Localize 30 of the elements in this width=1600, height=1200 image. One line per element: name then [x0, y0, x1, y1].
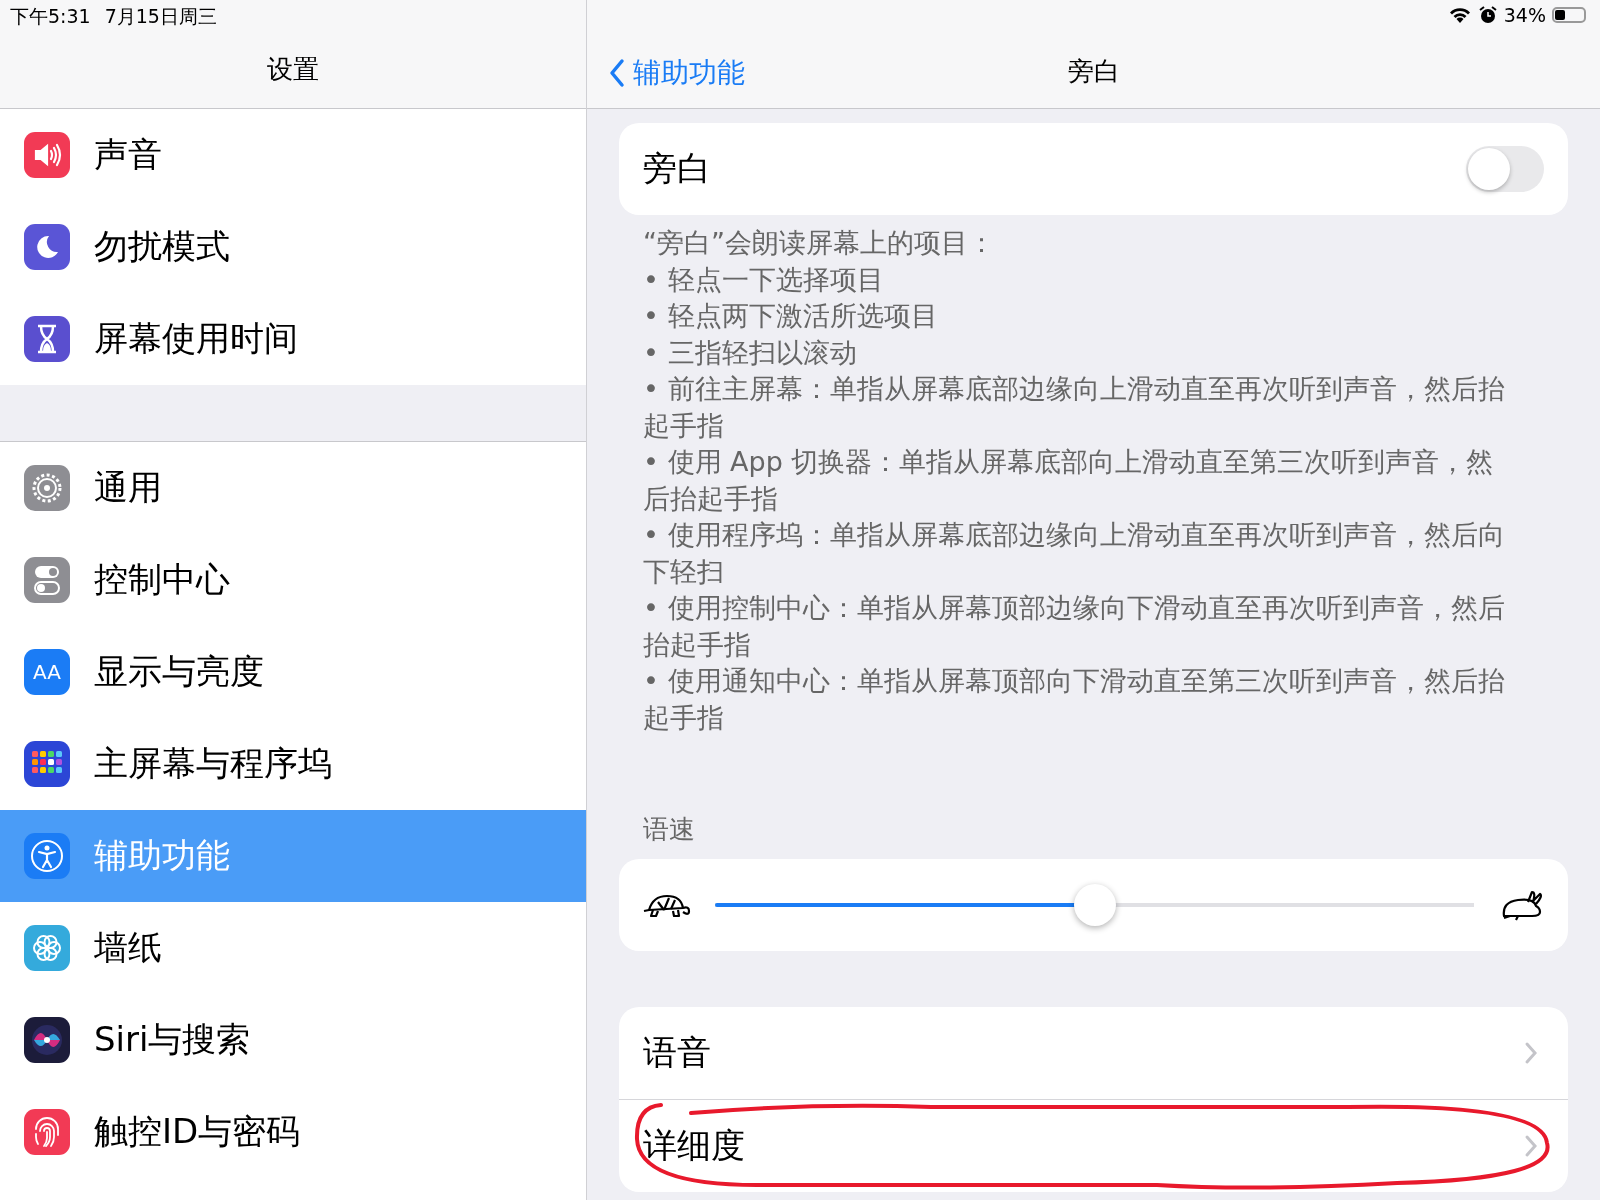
- section-header: 语速: [643, 813, 696, 846]
- description-text: • 使用控制中心：单指从屏幕顶部边缘向下滑动直至再次听到声音，然后抬起手指: [643, 591, 1506, 662]
- description-text: “旁白”会朗读屏幕上的项目：: [643, 226, 996, 260]
- page-title: 旁白: [1067, 55, 1120, 88]
- battery-percent: 34%: [1503, 4, 1546, 26]
- voiceover-label: 旁白: [643, 147, 711, 190]
- text-size-icon: AA: [33, 660, 61, 684]
- chevron-icon: [1524, 1134, 1538, 1158]
- description-text: • 轻点一下选择项目: [643, 262, 885, 297]
- hourglass-icon: [35, 324, 59, 354]
- alarm-icon: [1477, 5, 1498, 25]
- settings-row[interactable]: 语音: [619, 1007, 1568, 1100]
- settings-row[interactable]: 详细度: [619, 1100, 1568, 1192]
- accessibility-icon: [30, 839, 64, 873]
- back-button[interactable]: 辅助功能: [609, 54, 745, 92]
- description-text: • 三指轻扫以滚动: [643, 335, 858, 370]
- description-text: • 前往主屏幕：单指从屏幕底部边缘向上滑动直至再次听到声音，然后抬起手指: [643, 372, 1506, 443]
- description-text: • 使用 App 切换器：单指从屏幕底部向上滑动直至第三次听到声音，然后抬起手指: [643, 445, 1495, 516]
- description-text: • 使用程序坞：单指从屏幕底部边缘向上滑动直至再次听到声音，然后向下轻扫: [643, 518, 1506, 589]
- back-chevron-icon: [609, 58, 625, 88]
- sidebar-title: 设置: [266, 53, 320, 86]
- description-text: • 使用通知中心：单指从屏幕顶部向下滑动直至第三次听到声音，然后抬起手指: [643, 664, 1506, 735]
- wifi-icon: [1447, 6, 1472, 24]
- toggles-icon: [33, 564, 61, 596]
- status-date: 7月15日周三: [104, 4, 217, 29]
- status-time: 下午5:31: [10, 4, 91, 29]
- battery-icon: [1552, 7, 1586, 23]
- description-text: • 轻点两下激活所选项目: [643, 299, 939, 333]
- voiceover-toggle[interactable]: [1466, 146, 1544, 192]
- chevron-icon: [1524, 1041, 1538, 1065]
